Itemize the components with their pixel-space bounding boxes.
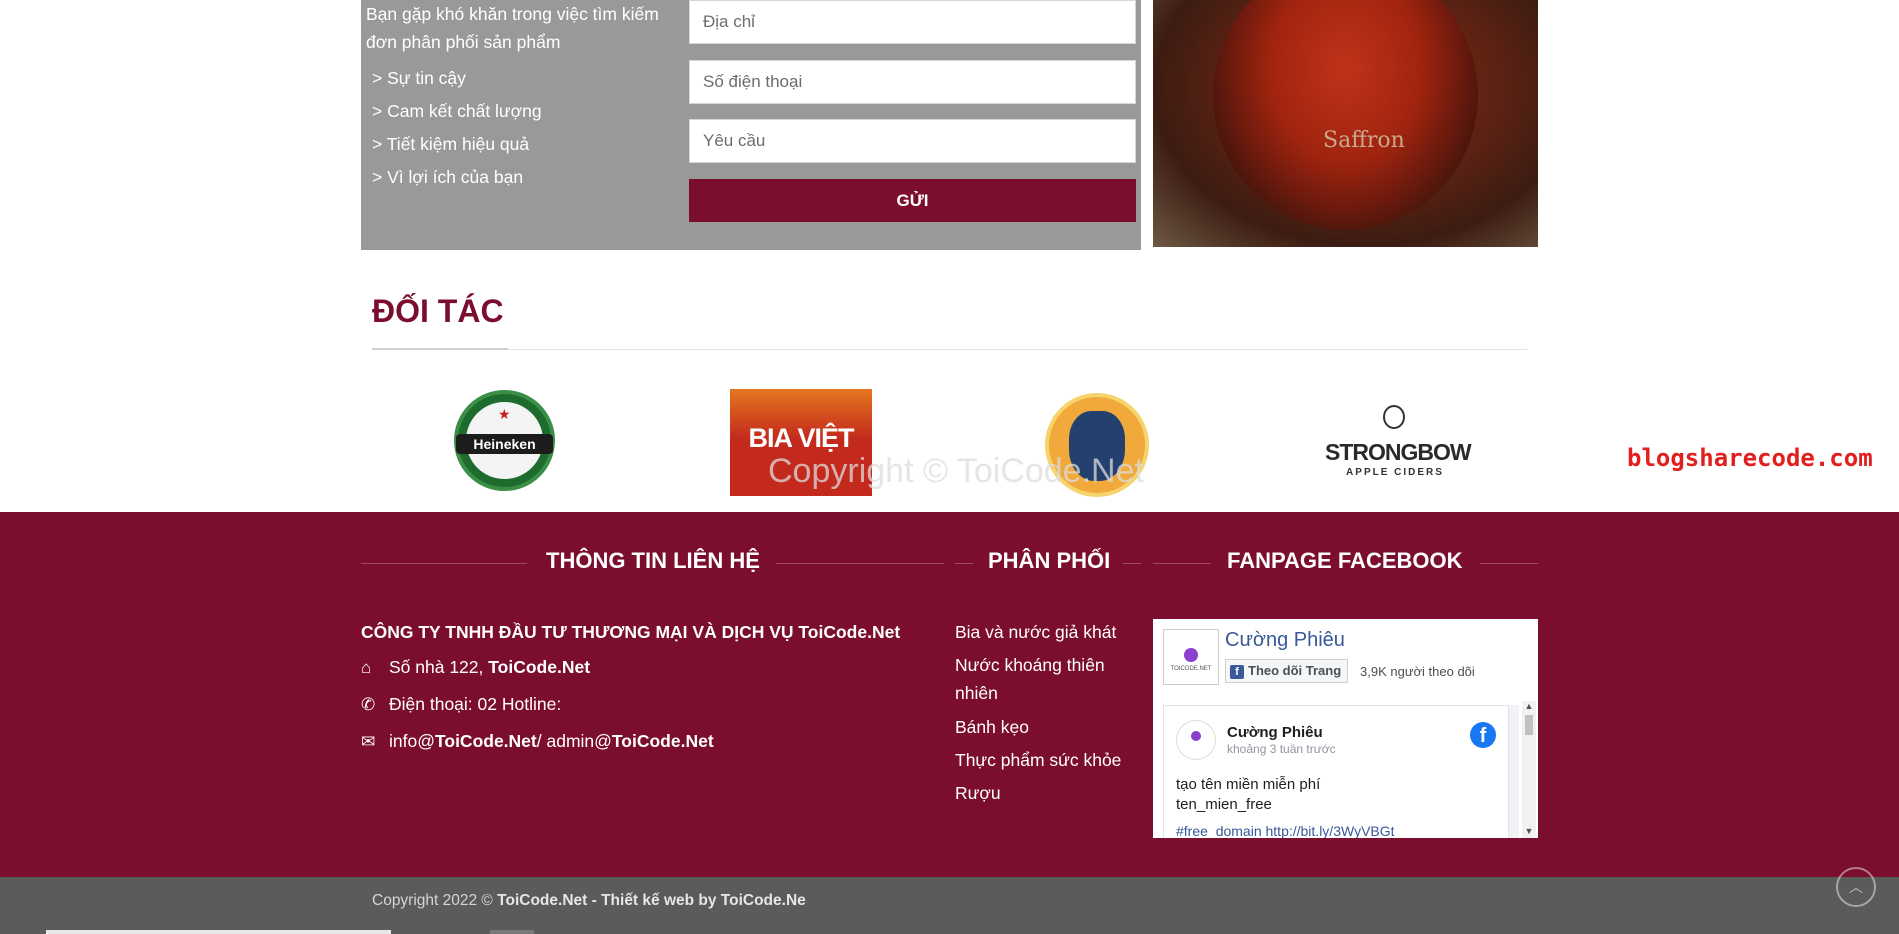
bottom-bar	[0, 877, 1899, 934]
address-input[interactable]: Địa chỉ	[689, 0, 1136, 44]
post-text: ten_mien_free	[1176, 796, 1272, 813]
email-row: ✉ info@ ToiCode.Net / admin@ ToiCode.Net	[361, 731, 714, 752]
heading-line	[1480, 563, 1538, 564]
home-icon: ⌂	[361, 657, 372, 677]
star-icon: ★	[498, 406, 511, 422]
heineken-logo[interactable]: ★ Heineken	[454, 390, 555, 491]
heading-line	[1153, 563, 1211, 564]
email-domain: ToiCode.Net	[434, 731, 537, 751]
email-domain: ToiCode.Net	[611, 731, 714, 751]
back-to-top-button[interactable]: ︿	[1836, 867, 1876, 907]
phone-row: ✆ Điện thoại: 02 Hotline:	[361, 694, 561, 715]
benefit-item: > Tiết kiệm hiệu quả	[372, 134, 530, 154]
phone-icon: ✆	[361, 694, 376, 714]
logo-icon	[1191, 731, 1201, 741]
page-avatar[interactable]: TOICODE.NET	[1163, 629, 1219, 685]
address-row: ⌂ Số nhà 122, ToiCode.Net	[361, 657, 590, 678]
footer	[0, 512, 1899, 877]
heading-line	[776, 563, 944, 564]
post-avatar[interactable]	[1176, 720, 1216, 760]
distribution-item[interactable]: Rượu	[955, 779, 1135, 807]
phone-text: Điện thoại: 02 Hotline:	[389, 694, 562, 714]
email-prefix: info@	[389, 731, 435, 751]
copyright-link[interactable]: ToiCode.Net - Thiết kế web by ToiCode.Ne	[497, 892, 806, 909]
saffron-caption: Saffron	[1323, 128, 1405, 153]
partners-divider	[372, 349, 1527, 350]
distribution-item[interactable]: Thực phẩm sức khỏe	[955, 746, 1135, 774]
strongbow-logo[interactable]: STRONGBOW APPLE CIDERS	[1325, 405, 1472, 485]
copyright-watermark: Copyright © ToiCode.Net	[768, 452, 1144, 490]
strongbow-logo-text: STRONGBOW	[1325, 439, 1472, 465]
post-text: tạo tên miền miễn phí	[1176, 776, 1321, 793]
benefit-item: > Cam kết chất lượng	[372, 101, 542, 121]
footer-copyright: Copyright 2022 © ToiCode.Net - Thiết kế …	[372, 892, 806, 910]
contact-text: Bạn gặp khó khăn trong việc tìm kiếm đơn…	[366, 0, 676, 194]
contact-intro: Bạn gặp khó khăn trong việc tìm kiếm đơn…	[366, 4, 659, 52]
logo-icon	[1184, 648, 1198, 662]
heading-line	[1123, 563, 1141, 564]
heading-line	[955, 563, 973, 564]
saffron-image: Saffron	[1153, 0, 1538, 247]
scroll-up-icon[interactable]: ▲	[1522, 701, 1536, 711]
scroll-thumb[interactable]	[1525, 715, 1533, 735]
address-bold: ToiCode.Net	[488, 657, 591, 677]
blog-watermark: blogsharecode.com	[1627, 444, 1873, 472]
bottom-strip	[490, 930, 534, 934]
apple-icon	[1383, 405, 1405, 429]
avatar-text: TOICODE.NET	[1170, 666, 1212, 672]
follow-label: Theo dõi Trang	[1248, 663, 1342, 678]
post-link[interactable]: #free_domain http://bit.ly/3WyVBGt	[1176, 823, 1395, 838]
distribution-item[interactable]: Bia và nước giả khát	[955, 618, 1135, 646]
chevron-up-icon: ︿	[1849, 879, 1863, 895]
fanpage-heading: FANPAGE FACEBOOK	[1227, 548, 1463, 573]
heineken-logo-text: Heineken	[456, 434, 553, 454]
post-time[interactable]: khoảng 3 tuần trước	[1227, 742, 1336, 756]
phone-input[interactable]: Số điện thoại	[689, 60, 1136, 104]
strongbow-logo-subtext: APPLE CIDERS	[1346, 467, 1444, 478]
follow-page-button[interactable]: f Theo dõi Trang	[1225, 659, 1349, 683]
saffron-bowl	[1213, 0, 1478, 230]
heading-line	[361, 563, 527, 564]
submit-button[interactable]: GỬI	[689, 179, 1136, 222]
company-name: CÔNG TY TNHH ĐẦU TƯ THƯƠNG MẠI VÀ DỊCH V…	[361, 622, 901, 642]
facebook-icon: f	[1230, 665, 1244, 679]
partners-title: ĐỐI TÁC	[372, 293, 504, 329]
copyright-prefix: Copyright 2022 ©	[372, 892, 498, 909]
distribution-item[interactable]: Nước khoáng thiên nhiên	[955, 651, 1135, 707]
email-mid: / admin@	[536, 731, 612, 751]
bia-viet-logo-text: BIA VIỆT	[748, 423, 854, 453]
scroll-down-icon[interactable]: ▼	[1522, 826, 1536, 836]
page-name-link[interactable]: Cường Phiêu	[1225, 629, 1345, 652]
page: Bạn gặp khó khăn trong việc tìm kiếm đơn…	[0, 0, 1899, 934]
distribution-heading: PHÂN PHỐI	[988, 548, 1111, 573]
followers-count: 3,9K người theo dõi	[1360, 664, 1475, 679]
distribution-item[interactable]: Bánh kẹo	[955, 713, 1135, 741]
contact-heading: THÔNG TIN LIÊN HỆ	[546, 548, 760, 573]
benefit-item: > Vì lợi ích của bạn	[372, 167, 524, 187]
benefit-item: > Sự tin cậy	[372, 68, 466, 88]
address-prefix: Số nhà 122,	[389, 657, 484, 677]
facebook-feed[interactable]: Cường Phiêu khoảng 3 tuần trước f tạo tê…	[1163, 705, 1519, 838]
facebook-post[interactable]: Cường Phiêu khoảng 3 tuần trước f tạo tê…	[1163, 705, 1509, 838]
feed-scrollbar[interactable]: ▲ ▼	[1522, 701, 1536, 838]
envelope-icon: ✉	[361, 731, 376, 751]
request-input[interactable]: Yêu cầu	[689, 119, 1136, 163]
facebook-widget[interactable]: TOICODE.NET Cường Phiêu f Theo dõi Trang …	[1153, 619, 1538, 838]
post-author[interactable]: Cường Phiêu	[1227, 724, 1323, 741]
partners-divider-accent	[372, 348, 508, 350]
facebook-logo-icon[interactable]: f	[1470, 722, 1496, 748]
bottom-strip	[46, 930, 391, 934]
